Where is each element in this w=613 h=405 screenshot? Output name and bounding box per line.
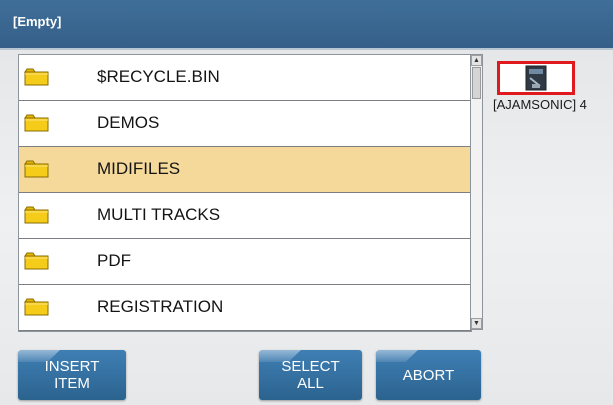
device-thumbnail[interactable] (497, 61, 575, 95)
folder-icon (24, 252, 49, 270)
scroll-thumb[interactable] (472, 67, 481, 99)
list-item[interactable]: $RECYCLE.BIN (19, 55, 471, 101)
folder-icon (24, 114, 49, 132)
list-item-label: DEMOS (97, 113, 160, 132)
abort-button[interactable]: ABORT (376, 350, 481, 400)
list-item[interactable]: REGISTRATION (19, 285, 471, 331)
list-item[interactable]: MULTI TRACKS (19, 193, 471, 239)
file-list: $RECYCLE.BIN DEMOS MIDIFILES MULTI TRACK… (18, 54, 472, 332)
folder-icon (24, 206, 49, 224)
folder-icon (24, 68, 49, 86)
page-title: [Empty] (13, 14, 62, 29)
select-all-button[interactable]: SELECT ALL (259, 350, 362, 400)
list-item-label: $RECYCLE.BIN (97, 67, 220, 86)
folder-icon (24, 160, 49, 178)
list-item-label: MULTI TRACKS (97, 205, 221, 224)
scroll-down-icon[interactable]: ▼ (471, 318, 482, 329)
scroll-up-icon[interactable]: ▲ (471, 55, 482, 66)
list-scrollbar[interactable]: ▲ ▼ (470, 54, 483, 330)
list-item-label: REGISTRATION (97, 297, 224, 316)
list-item[interactable]: PDF (19, 239, 471, 285)
list-item-selected[interactable]: MIDIFILES (19, 147, 471, 193)
usb-drive-icon (525, 65, 547, 91)
storage-device[interactable]: [AJAMSONIC] 4 (493, 61, 609, 112)
list-item-label: MIDIFILES (97, 159, 181, 178)
list-item[interactable]: DEMOS (19, 101, 471, 147)
insert-item-button[interactable]: INSERT ITEM (18, 350, 126, 400)
title-bar: [Empty] (0, 0, 613, 50)
list-item-label: PDF (97, 251, 131, 270)
device-label: [AJAMSONIC] 4 (493, 97, 587, 112)
folder-icon (24, 298, 49, 316)
